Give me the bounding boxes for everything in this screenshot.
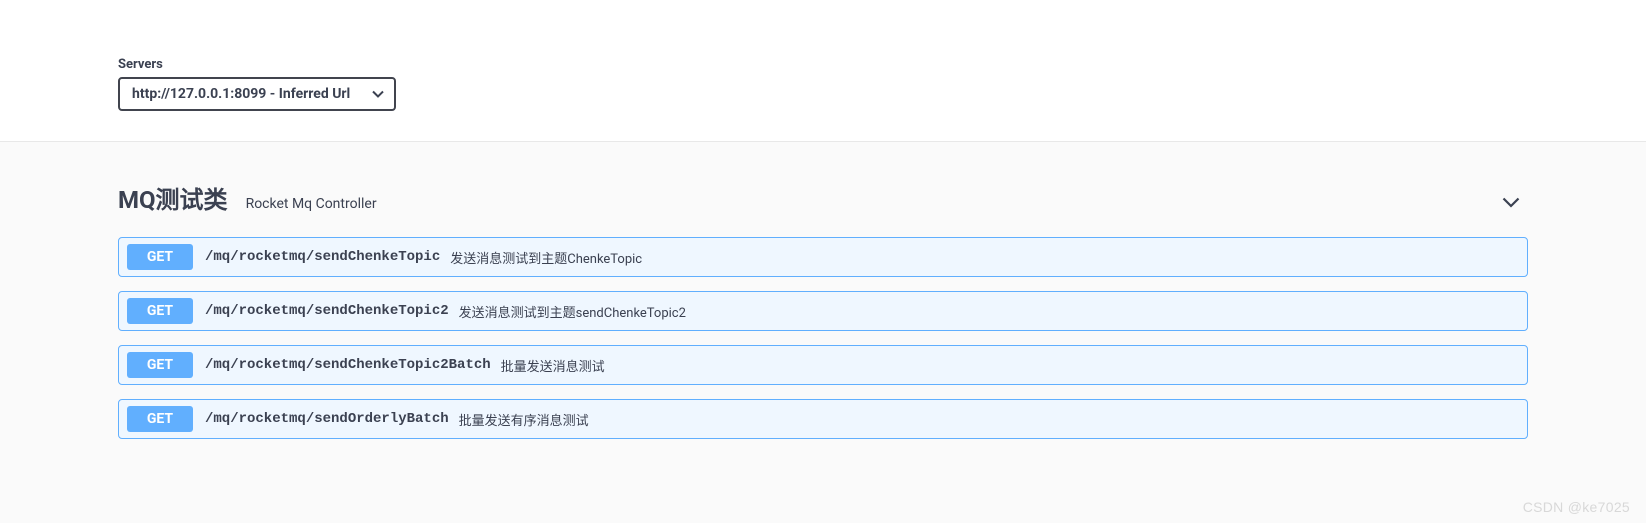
chevron-down-icon <box>1502 193 1528 212</box>
method-badge-get: GET <box>127 406 193 432</box>
operations-list: GET /mq/rocketmq/sendChenkeTopic 发送消息测试到… <box>118 237 1528 439</box>
operation-summary: 批量发送有序消息测试 <box>459 410 589 429</box>
servers-label: Servers <box>118 57 1528 72</box>
chevron-down-icon <box>372 87 384 101</box>
operation-summary: 发送消息测试到主题ChenkeTopic <box>450 248 642 267</box>
operation-row[interactable]: GET /mq/rocketmq/sendChenkeTopic2Batch 批… <box>118 345 1528 385</box>
tag-header[interactable]: MQ测试类 Rocket Mq Controller <box>118 180 1528 223</box>
operation-path: /mq/rocketmq/sendChenkeTopic <box>205 249 440 265</box>
operation-path: /mq/rocketmq/sendChenkeTopic2Batch <box>205 357 491 373</box>
servers-block: Servers http://127.0.0.1:8099 - Inferred… <box>0 0 1646 111</box>
server-select[interactable]: http://127.0.0.1:8099 - Inferred Url <box>118 77 396 111</box>
method-badge-get: GET <box>127 298 193 324</box>
tag-header-left: MQ测试类 Rocket Mq Controller <box>118 180 377 215</box>
server-select-value: http://127.0.0.1:8099 - Inferred Url <box>132 86 350 102</box>
operation-path: /mq/rocketmq/sendChenkeTopic2 <box>205 303 449 319</box>
method-badge-get: GET <box>127 352 193 378</box>
tag-title: MQ测试类 <box>118 180 228 215</box>
servers-section: Servers http://127.0.0.1:8099 - Inferred… <box>0 0 1646 142</box>
method-badge-get: GET <box>127 244 193 270</box>
operation-path: /mq/rocketmq/sendOrderlyBatch <box>205 411 449 427</box>
operation-summary: 发送消息测试到主题sendChenkeTopic2 <box>459 302 686 321</box>
tag-section: MQ测试类 Rocket Mq Controller GET /mq/rocke… <box>0 180 1646 439</box>
watermark: CSDN @ke7025 <box>1523 499 1630 515</box>
tag-subtitle: Rocket Mq Controller <box>246 196 377 212</box>
operation-row[interactable]: GET /mq/rocketmq/sendOrderlyBatch 批量发送有序… <box>118 399 1528 439</box>
operation-summary: 批量发送消息测试 <box>501 356 605 375</box>
operation-row[interactable]: GET /mq/rocketmq/sendChenkeTopic2 发送消息测试… <box>118 291 1528 331</box>
operation-row[interactable]: GET /mq/rocketmq/sendChenkeTopic 发送消息测试到… <box>118 237 1528 277</box>
